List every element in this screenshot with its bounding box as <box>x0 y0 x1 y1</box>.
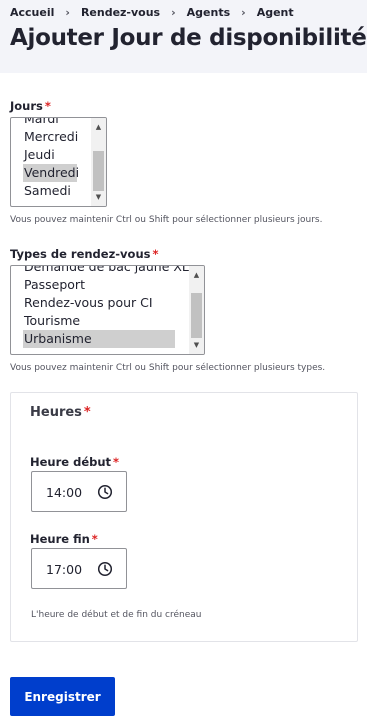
breadcrumb-link-rendez-vous[interactable]: Rendez-vous <box>81 6 160 19</box>
days-scrollbar[interactable]: ▲ ▼ <box>91 118 106 206</box>
days-option-vendredi[interactable]: Vendredi <box>23 164 79 182</box>
end-time-label: Heure fin * <box>30 532 98 546</box>
hours-fieldset <box>10 392 358 642</box>
types-option-bac-jaune[interactable]: Demande de bac jaune XL <box>23 266 189 276</box>
types-scrollbar[interactable]: ▲ ▼ <box>189 266 204 354</box>
types-scrollbar-thumb[interactable] <box>191 293 202 338</box>
types-option-passeport[interactable]: Passeport <box>23 276 85 294</box>
required-marker: * <box>83 405 91 420</box>
end-time-value: 17:00 <box>46 562 83 577</box>
hours-legend-text: Heures <box>30 405 82 420</box>
required-marker: * <box>113 455 120 469</box>
end-time-label-text: Heure fin <box>30 532 90 546</box>
clock-icon[interactable] <box>97 484 113 500</box>
breadcrumb-link-agent[interactable]: Agent <box>257 6 294 19</box>
days-scrollbar-thumb[interactable] <box>93 151 104 191</box>
required-marker: * <box>152 247 159 261</box>
clock-icon[interactable] <box>97 561 113 577</box>
types-option-ci[interactable]: Rendez-vous pour CI <box>23 294 153 312</box>
days-label: Jours * <box>10 99 51 113</box>
breadcrumb-separator: › <box>241 6 246 19</box>
scroll-up-arrow[interactable]: ▲ <box>91 120 106 134</box>
days-help-text: Vous pouvez maintenir Ctrl ou Shift pour… <box>10 215 323 225</box>
types-help-text: Vous pouvez maintenir Ctrl ou Shift pour… <box>10 363 326 373</box>
hours-legend: Heures * <box>30 405 91 420</box>
start-time-value: 14:00 <box>46 485 83 500</box>
types-multiselect[interactable]: Demande de bac jaune XL Passeport Rendez… <box>10 265 205 355</box>
types-label: Types de rendez-vous * <box>10 247 159 261</box>
types-option-urbanisme[interactable]: Urbanisme <box>23 330 175 348</box>
scroll-down-arrow[interactable]: ▼ <box>91 190 106 204</box>
start-time-input[interactable]: 14:00 <box>31 471 127 512</box>
start-time-label-text: Heure début <box>30 455 112 469</box>
days-option-mardi[interactable]: Mardi <box>23 118 59 128</box>
days-option-jeudi[interactable]: Jeudi <box>23 146 55 164</box>
end-time-input[interactable]: 17:00 <box>31 548 127 589</box>
breadcrumb-separator: › <box>171 6 176 19</box>
types-option-tourisme[interactable]: Tourisme <box>23 312 80 330</box>
save-button[interactable]: Enregistrer <box>10 677 115 716</box>
days-multiselect[interactable]: Mardi Mercredi Jeudi Vendredi Samedi ▲ ▼ <box>10 117 107 207</box>
days-option-samedi[interactable]: Samedi <box>23 182 71 200</box>
page-title: Ajouter Jour de disponibilité <box>10 25 367 51</box>
breadcrumb-link-agents[interactable]: Agents <box>187 6 230 19</box>
required-marker: * <box>91 532 98 546</box>
scroll-down-arrow[interactable]: ▼ <box>189 338 204 352</box>
start-time-label: Heure début * <box>30 455 119 469</box>
breadcrumb-separator: › <box>65 6 70 19</box>
breadcrumb-link-accueil[interactable]: Accueil <box>10 6 54 19</box>
required-marker: * <box>44 99 51 113</box>
page-header: Accueil › Rendez-vous › Agents › Agent Ajouter… <box>0 0 367 73</box>
days-option-mercredi[interactable]: Mercredi <box>23 128 78 146</box>
breadcrumb: Accueil › Rendez-vous › Agents › Agent <box>10 6 294 19</box>
types-label-text: Types de rendez-vous <box>10 247 151 261</box>
days-label-text: Jours <box>10 99 43 113</box>
hours-help-text: L'heure de début et de fin du créneau <box>31 610 202 620</box>
scroll-up-arrow[interactable]: ▲ <box>189 268 204 282</box>
